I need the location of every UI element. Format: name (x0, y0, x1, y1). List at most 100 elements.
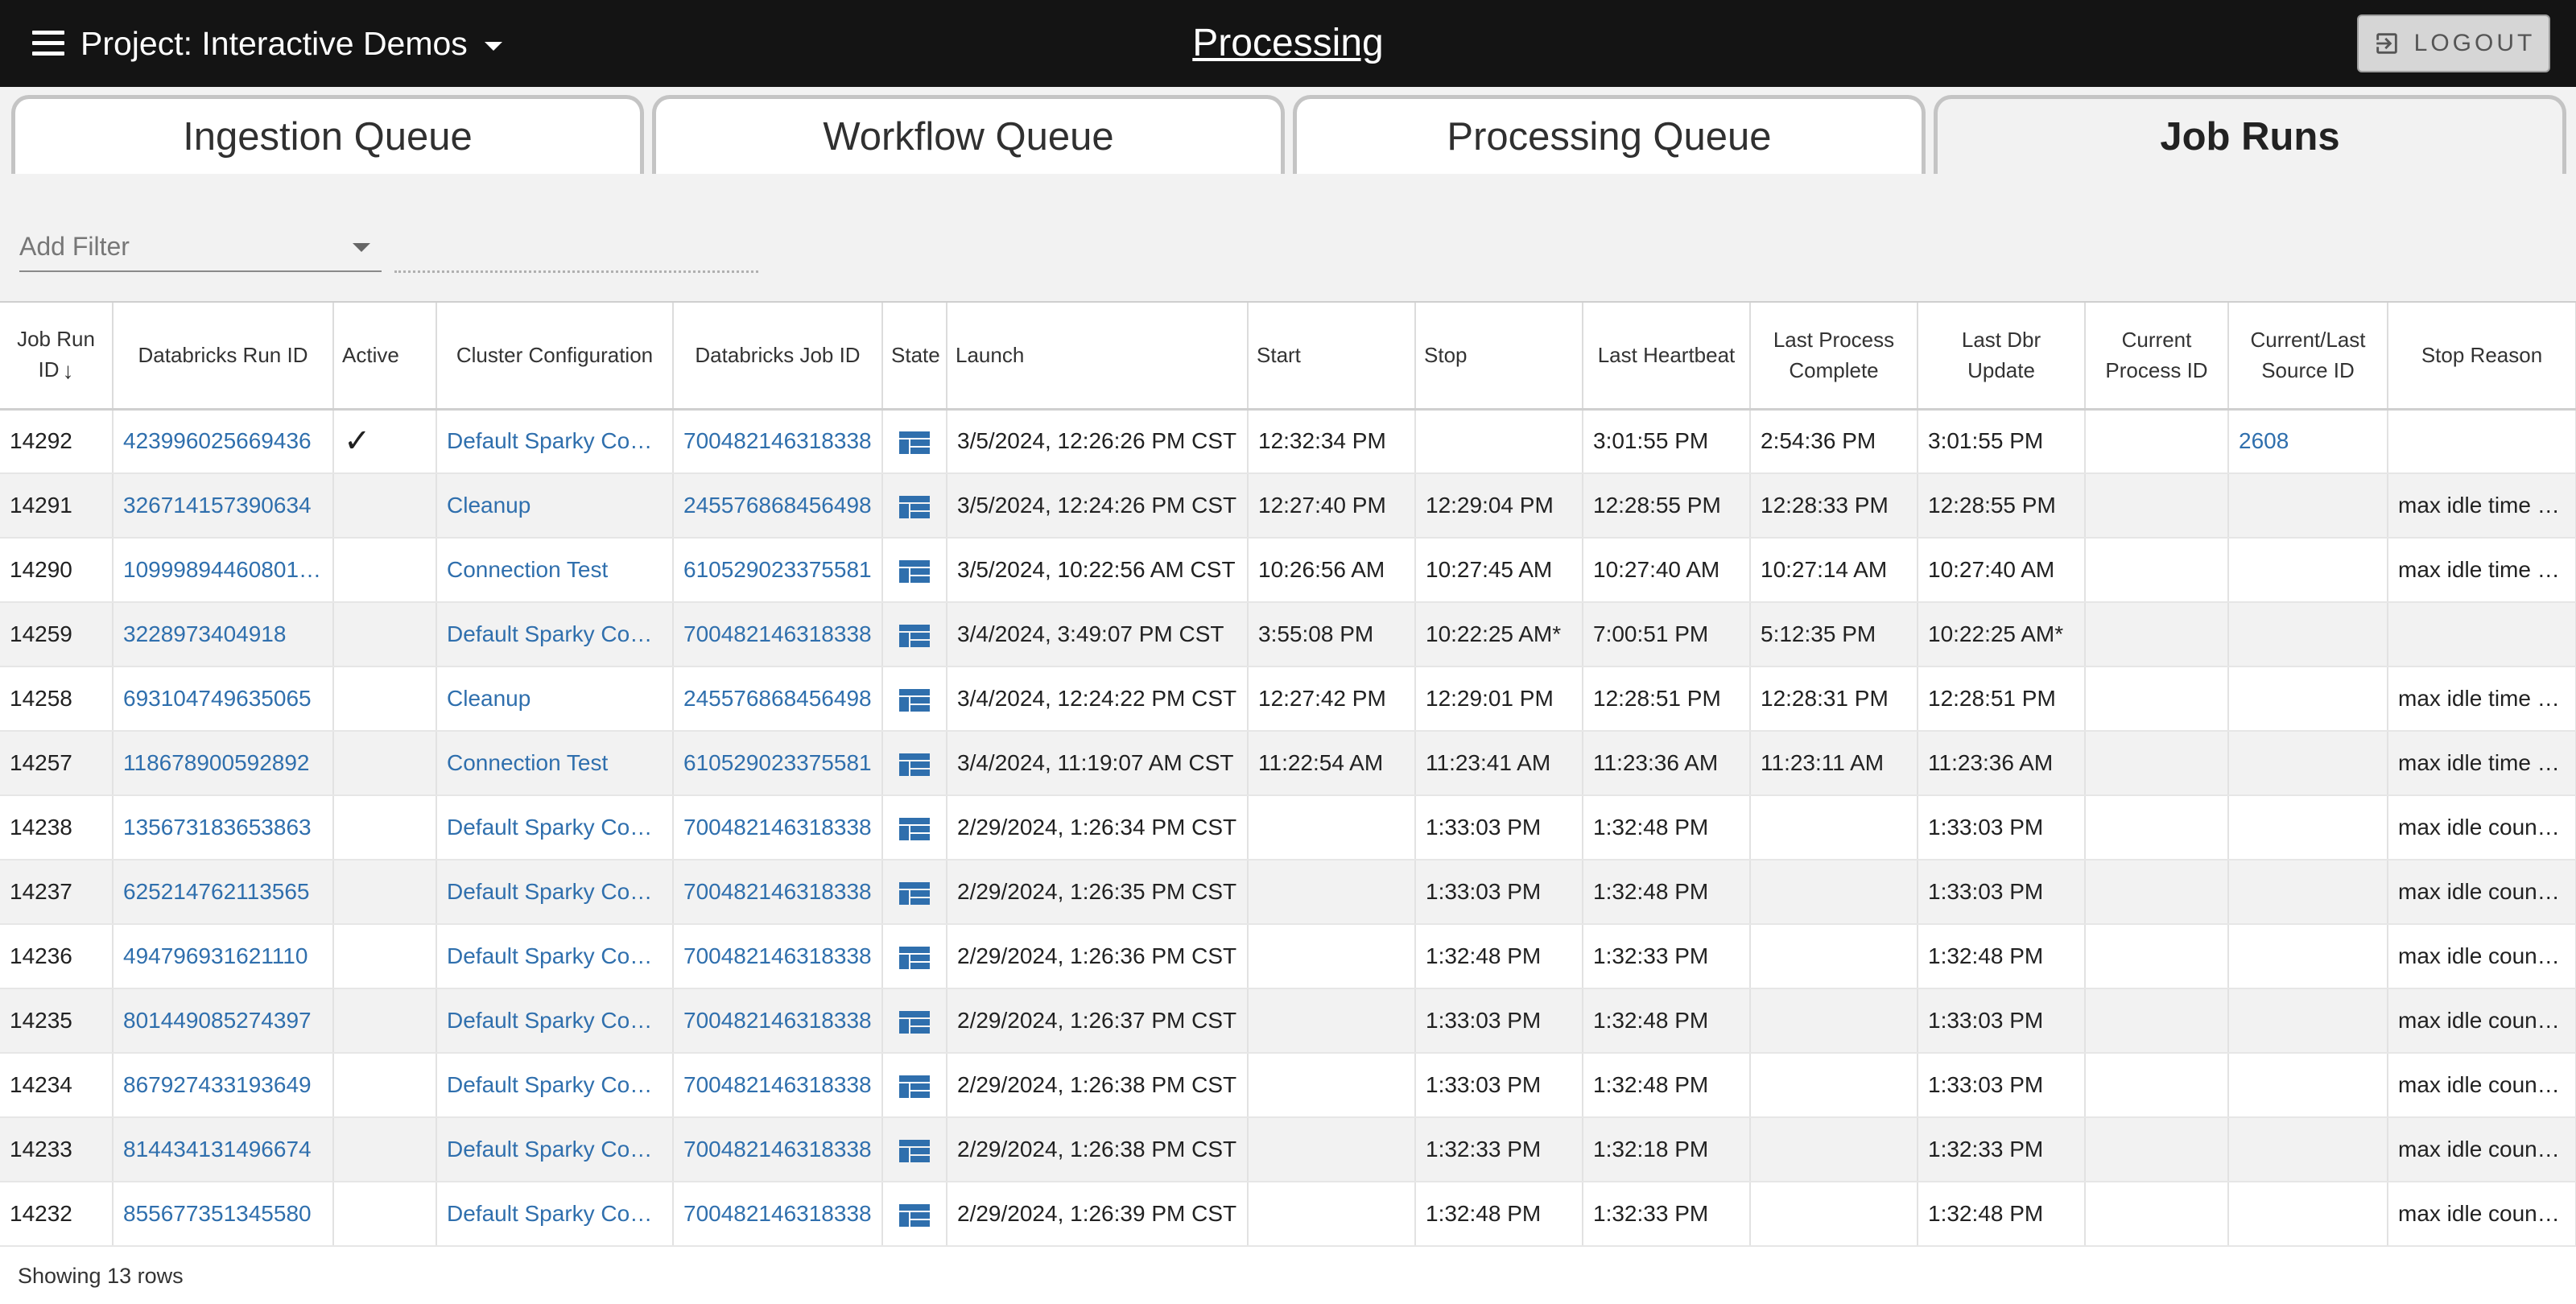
menu-icon[interactable] (32, 31, 64, 56)
cell-cluster-configuration[interactable]: Connection Test (436, 731, 674, 796)
cell-last-process-complete (1750, 924, 1918, 989)
cell-databricks-job-id[interactable]: 245576868456498 (673, 473, 883, 539)
cell-databricks-run-id[interactable]: 814434131496674 (113, 1117, 334, 1182)
cell-databricks-job-id[interactable]: 610529023375581 (673, 538, 883, 603)
table-row[interactable]: 14238 135673183653863 Default Sparky Confi… (0, 795, 2576, 860)
cell-databricks-run-id[interactable]: 423996025669436 (113, 409, 334, 474)
cell-databricks-job-id[interactable]: 700482146318338 (673, 409, 883, 474)
cell-databricks-run-id[interactable]: 135673183653863 (113, 795, 334, 860)
tab-job-runs[interactable]: Job Runs (1934, 95, 2566, 174)
col-current-process-id[interactable]: Current Process ID (2085, 303, 2229, 411)
col-label: Cluster Configuration (456, 343, 654, 368)
cell-cluster-configuration[interactable]: Default Sparky Configuration (436, 924, 674, 989)
cell-databricks-job-id[interactable]: 245576868456498 (673, 666, 883, 732)
tab-processing-queue[interactable]: Processing Queue (1293, 95, 1926, 174)
tab-ingestion-queue[interactable]: Ingestion Queue (11, 95, 644, 174)
cell-databricks-job-id[interactable]: 700482146318338 (673, 860, 883, 925)
cell-cluster-configuration[interactable]: Cleanup (436, 473, 674, 539)
table-view-icon[interactable] (899, 881, 930, 905)
col-databricks-run-id[interactable]: Databricks Run ID (113, 303, 334, 411)
col-state[interactable]: State (882, 303, 947, 411)
cell-start (1248, 1053, 1416, 1118)
col-databricks-job-id[interactable]: Databricks Job ID (673, 303, 883, 411)
col-active[interactable]: Active (333, 303, 437, 411)
col-last-dbr-update[interactable]: Last Dbr Update (1918, 303, 2086, 411)
table-view-icon[interactable] (899, 688, 930, 712)
table-row[interactable]: 14257 118678900592892 Connection Test 61052… (0, 731, 2576, 796)
cell-databricks-run-id[interactable]: 3228973404918 (113, 602, 334, 667)
table-view-icon[interactable] (899, 1010, 930, 1034)
table-view-icon[interactable] (899, 817, 930, 840)
col-stop[interactable]: Stop (1415, 303, 1583, 411)
table-row[interactable]: 14290 1099989446080123 Connection Test 6105… (0, 538, 2576, 603)
table-view-icon[interactable] (899, 559, 930, 583)
col-stop-reason[interactable]: Stop Reason (2388, 303, 2576, 411)
table-row[interactable]: 14292 423996025669436 ✓ Default Sparky Conf… (0, 409, 2576, 474)
table-row[interactable]: 14291 326714157390634 Cleanup 2455768684564… (0, 473, 2576, 539)
cell-databricks-run-id[interactable]: 855677351345580 (113, 1182, 334, 1247)
col-job-run-id[interactable]: Job Run ID ↓ (0, 303, 114, 411)
cell-databricks-run-id[interactable]: 118678900592892 (113, 731, 334, 796)
cell-databricks-job-id[interactable]: 700482146318338 (673, 1182, 883, 1247)
cell-databricks-run-id[interactable]: 326714157390634 (113, 473, 334, 539)
cell-cluster-configuration[interactable]: Default Sparky Configuration (436, 1053, 674, 1118)
cell-last-heartbeat: 10:27:40 AM (1583, 538, 1751, 603)
table-row[interactable]: 14234 867927433193649 Default Sparky Confi… (0, 1053, 2576, 1118)
table-row[interactable]: 14236 494796931621110 Default Sparky Confi… (0, 924, 2576, 989)
cell-databricks-run-id[interactable]: 494796931621110 (113, 924, 334, 989)
cell-databricks-job-id[interactable]: 700482146318338 (673, 988, 883, 1054)
cell-cluster-configuration[interactable]: Cleanup (436, 666, 674, 732)
cell-cluster-configuration[interactable]: Default Sparky Configuration (436, 409, 674, 474)
cell-last-dbr-update: 1:32:33 PM (1918, 1117, 2086, 1182)
tab-workflow-queue[interactable]: Workflow Queue (652, 95, 1285, 174)
cell-databricks-job-id[interactable]: 700482146318338 (673, 795, 883, 860)
table-row[interactable]: 14235 801449085274397 Default Sparky Confi… (0, 988, 2576, 1054)
cell-databricks-run-id[interactable]: 625214762113565 (113, 860, 334, 925)
table-view-icon[interactable] (899, 495, 930, 518)
cell-cluster-configuration[interactable]: Default Sparky Configuration (436, 1117, 674, 1182)
table-row[interactable]: 142593228973404918 Default Sparky Configu… (0, 602, 2576, 667)
table-view-icon[interactable] (899, 624, 930, 647)
col-launch[interactable]: Launch (947, 303, 1249, 411)
cell-state (882, 409, 947, 474)
logout-button[interactable]: LOGOUT (2357, 14, 2550, 72)
table-row[interactable]: 14258 693104749635065 Cleanup 2455768684564… (0, 666, 2576, 732)
cell-databricks-run-id[interactable]: 1099989446080123 (113, 538, 334, 603)
col-last-process-complete[interactable]: Last Process Complete (1750, 303, 1918, 411)
col-cluster-configuration[interactable]: Cluster Configuration (436, 303, 674, 411)
cell-databricks-run-id[interactable]: 867927433193649 (113, 1053, 334, 1118)
cell-databricks-job-id[interactable]: 700482146318338 (673, 1053, 883, 1118)
col-current-last-source-id[interactable]: Current/Last Source ID (2228, 303, 2388, 411)
cell-cluster-configuration[interactable]: Default Sparky Configuration (436, 1182, 674, 1247)
col-last-heartbeat[interactable]: Last Heartbeat (1583, 303, 1751, 411)
table-view-icon[interactable] (899, 753, 930, 776)
col-start[interactable]: Start (1248, 303, 1416, 411)
cell-databricks-job-id[interactable]: 610529023375581 (673, 731, 883, 796)
cell-cluster-configuration[interactable]: Default Sparky Configuration (436, 860, 674, 925)
cell-cluster-configuration[interactable]: Default Sparky Configuration (436, 602, 674, 667)
cell-active (333, 988, 437, 1054)
project-selector[interactable]: Project: Interactive Demos (80, 19, 503, 68)
cell-databricks-job-id[interactable]: 700482146318338 (673, 602, 883, 667)
cell-last-process-complete: 5:12:35 PM (1750, 602, 1918, 667)
page-title[interactable]: Processing (1192, 22, 1383, 64)
table-row[interactable]: 14232 855677351345580 Default Sparky Confi… (0, 1182, 2576, 1247)
cell-cluster-configuration[interactable]: Default Sparky Configuration (436, 988, 674, 1054)
table-view-icon[interactable] (899, 1203, 930, 1227)
cell-cluster-configuration[interactable]: Connection Test (436, 538, 674, 603)
cell-databricks-run-id[interactable]: 801449085274397 (113, 988, 334, 1054)
cell-current-last-source-id[interactable]: 2608 (2228, 409, 2388, 474)
table-row[interactable]: 14233 814434131496674 Default Sparky Confi… (0, 1117, 2576, 1182)
table-view-icon[interactable] (899, 431, 930, 454)
cell-databricks-job-id[interactable]: 700482146318338 (673, 924, 883, 989)
table-view-icon[interactable] (899, 1139, 930, 1162)
cell-cluster-configuration[interactable]: Default Sparky Configuration (436, 795, 674, 860)
add-filter-select[interactable]: Add Filter (19, 221, 382, 272)
table-view-icon[interactable] (899, 1075, 930, 1098)
cell-databricks-run-id[interactable]: 693104749635065 (113, 666, 334, 732)
cell-current-last-source-id (2228, 1117, 2388, 1182)
col-label: Last Dbr Update (1961, 328, 2041, 383)
table-view-icon[interactable] (899, 946, 930, 969)
cell-databricks-job-id[interactable]: 700482146318338 (673, 1117, 883, 1182)
table-row[interactable]: 14237 625214762113565 Default Sparky Confi… (0, 860, 2576, 925)
